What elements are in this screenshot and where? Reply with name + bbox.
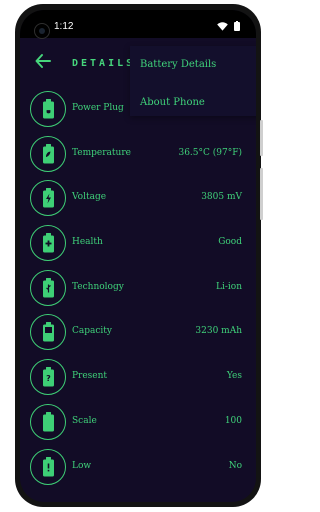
icon-circle: ?: [30, 359, 66, 396]
battery-health-icon: [42, 233, 54, 253]
icon-circle: [30, 225, 66, 262]
wifi-icon: [217, 21, 228, 31]
menu-item-about-phone[interactable]: About Phone: [140, 97, 205, 109]
list-item: Voltage 3805 mV: [20, 177, 256, 222]
screen: 1:12 DETAILS Power Plug Temperature 36.5°C…: [20, 10, 256, 502]
icon-circle: [30, 91, 66, 127]
battery-power-icon: [42, 99, 54, 119]
battery-icon: [234, 21, 240, 31]
battery-unknown-icon: ?: [42, 367, 54, 387]
list-item: Low No: [20, 446, 256, 491]
row-label: Temperature: [72, 147, 131, 158]
list-item: Scale 100: [20, 401, 256, 446]
power-button: [260, 120, 263, 156]
list-item: ? Present Yes: [20, 356, 256, 401]
list-item: Capacity 3230 mAh: [20, 311, 256, 356]
row-label: Low: [72, 460, 92, 471]
row-label: Power Plug: [72, 103, 124, 113]
row-value: 36.5°C (97°F): [178, 147, 242, 158]
icon-circle: [30, 180, 66, 217]
battery-capacity-icon: [42, 322, 54, 342]
front-camera: [34, 23, 50, 39]
icon-circle: [30, 314, 66, 351]
battery-charging-icon: [42, 188, 54, 208]
battery-technology-icon: [42, 277, 54, 298]
row-label: Technology: [72, 281, 124, 292]
page-title: DETAILS: [72, 58, 136, 69]
volume-button: [260, 168, 263, 220]
status-bar: 1:12: [20, 10, 256, 39]
row-value: Yes: [226, 371, 242, 382]
list-item: Temperature 36.5°C (97°F): [20, 133, 256, 178]
row-label: Capacity: [72, 326, 112, 337]
status-icons: [217, 21, 240, 31]
overflow-menu: Battery Details About Phone: [130, 46, 256, 116]
icon-circle: [30, 403, 66, 440]
battery-alert-icon: [42, 456, 54, 476]
row-label: Voltage: [72, 192, 107, 203]
phone-frame: 1:12 DETAILS Power Plug Temperature 36.5°C…: [15, 4, 261, 507]
row-label: Present: [72, 371, 108, 382]
icon-circle: [30, 269, 66, 306]
icon-circle: [30, 448, 66, 485]
row-value: 3230 mAh: [195, 326, 242, 337]
menu-item-battery-details[interactable]: Battery Details: [140, 59, 216, 71]
svg-text:?: ?: [46, 374, 51, 383]
icon-circle: [30, 135, 66, 172]
row-value: No: [228, 460, 242, 471]
row-value: Li-ion: [216, 281, 242, 292]
row-label: Scale: [72, 415, 97, 426]
status-time: 1:12: [54, 21, 74, 32]
list-item: Technology Li-ion: [20, 267, 256, 312]
list-item: Health Good: [20, 222, 256, 267]
row-value: Good: [218, 237, 242, 248]
row-value: 100: [224, 415, 242, 426]
row-value: 3805 mV: [201, 192, 242, 203]
battery-temperature-icon: [42, 143, 54, 164]
row-label: Health: [72, 237, 103, 248]
arrow-left-icon[interactable]: [34, 52, 52, 70]
details-list: Power Plug Temperature 36.5°C (97°F) Voltag…: [20, 88, 256, 490]
battery-full-icon: [42, 411, 54, 432]
